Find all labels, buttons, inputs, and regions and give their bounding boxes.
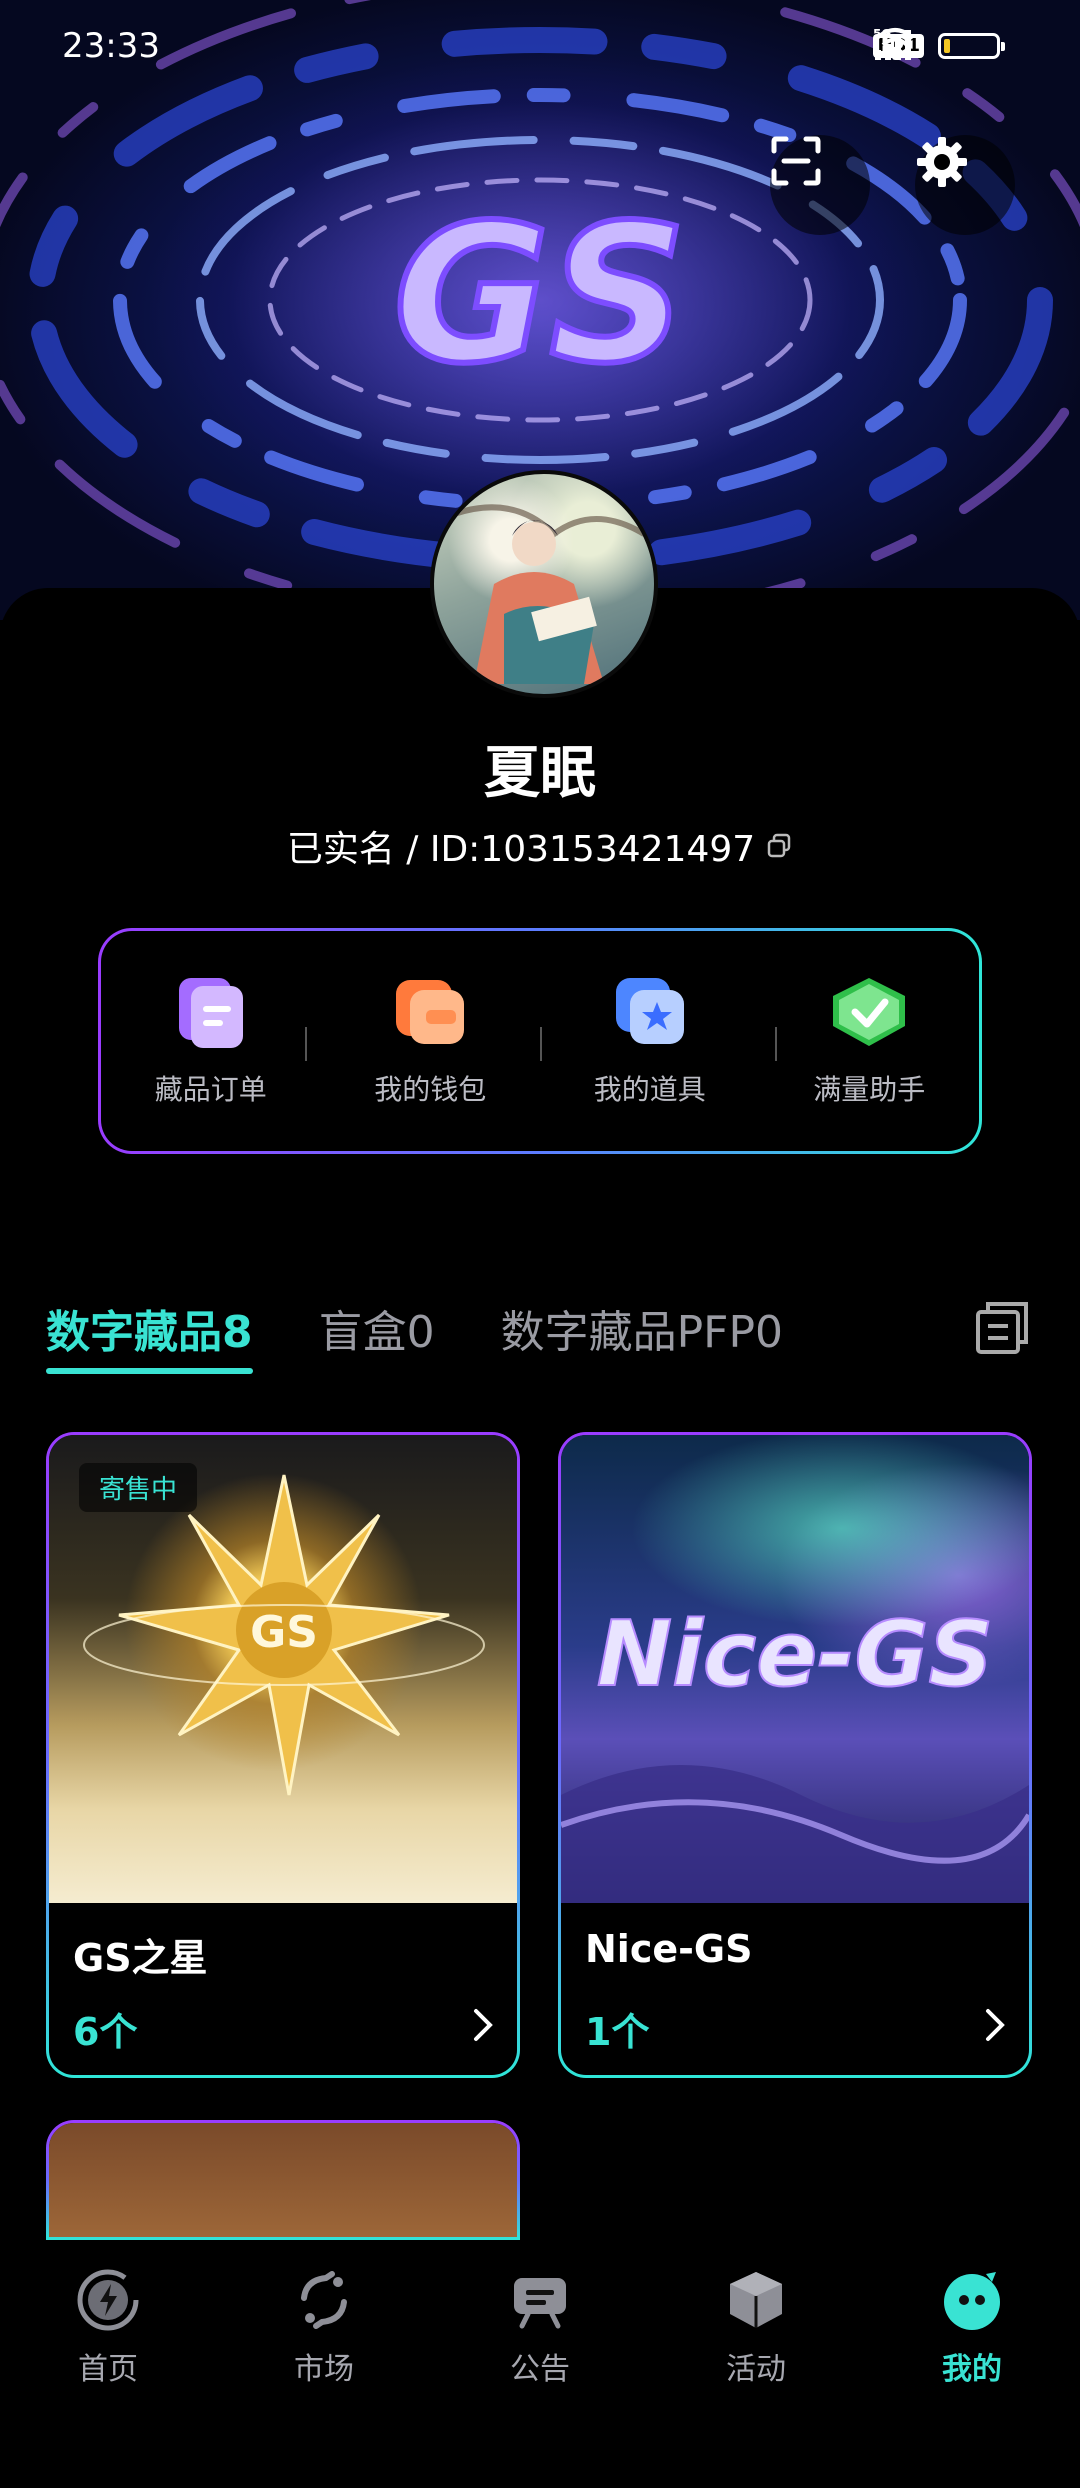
- chevron-right-icon: [474, 2009, 493, 2041]
- quick-action-label: 满量助手: [813, 1073, 926, 1106]
- tab-pfp[interactable]: 数字藏品PFP0: [501, 1296, 783, 1360]
- nav-notice[interactable]: 公告: [440, 2268, 640, 2388]
- nav-activity[interactable]: 活动: [656, 2268, 856, 2388]
- quick-action-assistant[interactable]: 满量助手: [769, 974, 969, 1108]
- collectible-image: GS 寄售中: [49, 1435, 517, 1903]
- nav-home[interactable]: 首页: [8, 2268, 208, 2388]
- user-id-text: 已实名 / ID:103153421497: [286, 829, 756, 870]
- layout-toggle-icon: [976, 1302, 1028, 1354]
- divider: [540, 1027, 542, 1061]
- quick-action-label: 藏品订单: [154, 1073, 267, 1106]
- wallet-icon: [396, 980, 465, 1044]
- refresh-icon: [301, 2271, 347, 2329]
- notice-board-icon: [514, 2278, 566, 2329]
- tab-digital-collectibles[interactable]: 数字藏品8: [46, 1296, 253, 1374]
- svg-text:Nice-GS: Nice-GS: [597, 1602, 994, 1707]
- nav-label: 首页: [78, 2352, 138, 2387]
- nav-label: 市场: [294, 2352, 354, 2387]
- status-time: 23:33: [62, 26, 160, 66]
- tab-blind-box[interactable]: 盲盒0: [319, 1296, 435, 1360]
- profile-face-icon: [944, 2272, 1000, 2330]
- collection-tabs: 数字藏品8 盲盒0 数字藏品PFP0: [46, 1296, 783, 1376]
- document-icon: [178, 978, 243, 1048]
- collectible-image: [49, 2123, 517, 2237]
- divider: [305, 1027, 307, 1061]
- divider: [775, 1027, 777, 1061]
- lightning-icon: [77, 2269, 139, 2331]
- nav-market[interactable]: 市场: [224, 2268, 424, 2388]
- quick-action-orders[interactable]: 藏品订单: [111, 974, 311, 1108]
- nice-gs-artwork: Nice-GS: [561, 1601, 1029, 1903]
- nav-label: 我的: [942, 2352, 1002, 2387]
- nav-mine[interactable]: 我的: [872, 2268, 1072, 2388]
- hero-logo-text: GS: [394, 184, 687, 405]
- user-id-line: 已实名 / ID:103153421497: [0, 820, 1080, 872]
- check-badge-icon: [833, 978, 906, 1046]
- settings-button[interactable]: [915, 135, 1015, 235]
- card-title: Nice-GS: [585, 1927, 753, 1971]
- collectible-card[interactable]: GS 寄售中 GS之星 6个: [46, 1432, 520, 2078]
- star-card-icon: [615, 978, 684, 1044]
- battery-icon: [938, 33, 1005, 59]
- scan-icon: [771, 136, 821, 186]
- gear-icon: [917, 137, 967, 187]
- collectible-image: Nice-GS: [561, 1435, 1029, 1903]
- scan-button[interactable]: [770, 135, 870, 235]
- card-count: 6个: [73, 2010, 138, 2054]
- avatar[interactable]: [430, 470, 658, 698]
- layout-toggle-button[interactable]: [974, 1300, 1030, 1360]
- chevron-right-icon: [986, 2009, 1005, 2041]
- nav-label: 公告: [510, 2352, 570, 2387]
- signal-icon: 5G: [873, 27, 912, 60]
- collectible-card[interactable]: [46, 2120, 520, 2240]
- quick-action-label: 我的道具: [593, 1073, 706, 1106]
- avatar-illustration: [453, 504, 646, 684]
- card-count: 1个: [585, 2010, 650, 2054]
- svg-text:GS: GS: [250, 1607, 318, 1658]
- card-title: GS之星: [73, 1936, 208, 1980]
- collectible-card[interactable]: Nice-GS Nice-GS 1个: [558, 1432, 1032, 2078]
- status-badge: 寄售中: [79, 1463, 198, 1512]
- svg-text:5G: 5G: [873, 27, 891, 41]
- nickname: 夏眠: [484, 741, 596, 806]
- quick-action-wallet[interactable]: 我的钱包: [330, 974, 530, 1108]
- status-icons: HD1 5G: [873, 26, 1005, 66]
- cube-icon: [730, 2272, 782, 2328]
- copy-icon[interactable]: [765, 832, 793, 860]
- nav-label: 活动: [726, 2352, 786, 2387]
- quick-action-props[interactable]: 我的道具: [550, 974, 750, 1108]
- bottom-navigation: 首页 市场 公告 活动 我的: [0, 2240, 1080, 2408]
- quick-actions-panel: 藏品订单 我的钱包 我的道具 满量助手: [98, 928, 982, 1154]
- quick-action-label: 我的钱包: [374, 1073, 487, 1106]
